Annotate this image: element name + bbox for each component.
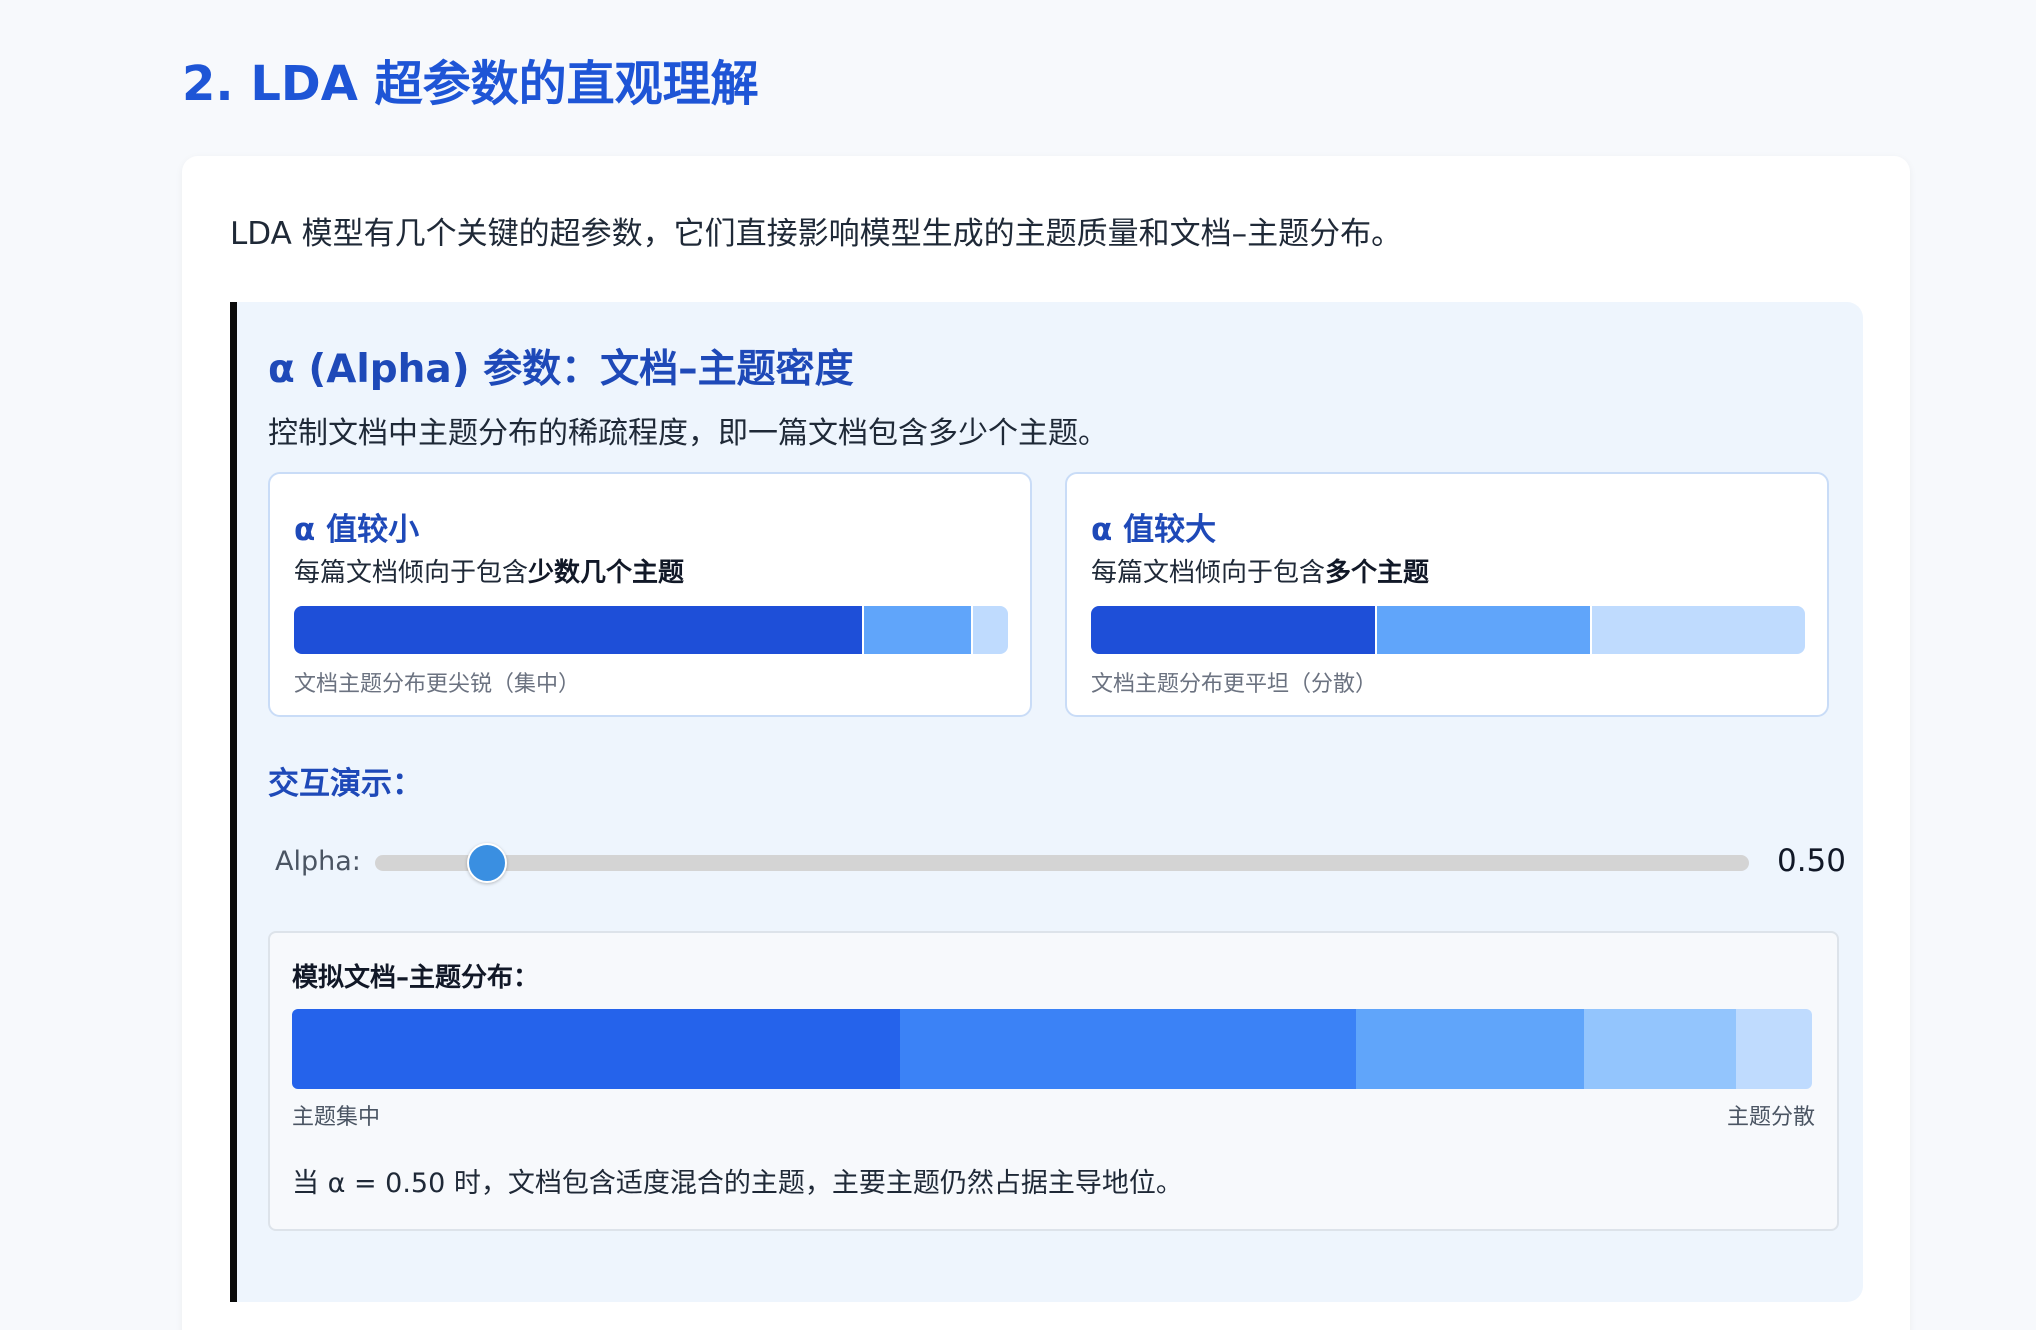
distribution-segment-1: [294, 606, 862, 654]
page: 2. LDA 超参数的直观理解 LDA 模型有几个关键的超参数，它们直接影响模型…: [0, 0, 2036, 1330]
intro-text: LDA 模型有几个关键的超参数，它们直接影响模型生成的主题质量和文档–主题分布。: [230, 216, 1403, 252]
alpha-large-title: α 值较大: [1091, 512, 1217, 548]
alpha-parameter-panel: α (Alpha) 参数：文档–主题密度 控制文档中主题分布的稀疏程度，即一篇文…: [230, 302, 1863, 1302]
alpha-slider-track[interactable]: [375, 843, 1749, 883]
alpha-large-desc-emphasis: 多个主题: [1325, 558, 1430, 588]
distribution-segment-1: [292, 1009, 900, 1089]
distribution-segment-4: [1584, 1009, 1736, 1089]
concentrated-label: 主题集中: [292, 1105, 381, 1130]
alpha-large-distribution-bar: [1091, 606, 1805, 654]
simulated-distribution-title: 模拟文档–主题分布：: [292, 963, 540, 993]
alpha-large-caption: 文档主题分布更平坦（分散）: [1091, 672, 1378, 697]
section-title: 2. LDA 超参数的直观理解: [182, 56, 759, 112]
distribution-segment-2: [900, 1009, 1356, 1089]
distribution-segment-2: [1375, 606, 1590, 654]
alpha-large-card: α 值较大 每篇文档倾向于包含多个主题 文档主题分布更平坦（分散）: [1065, 472, 1829, 717]
simulated-distribution-bar: [292, 1009, 1812, 1089]
distribution-segment-2: [862, 606, 971, 654]
simulation-note: 当 α = 0.50 时，文档包含适度混合的主题，主要主题仍然占据主导地位。: [292, 1168, 1183, 1199]
distribution-segment-5: [1736, 1009, 1812, 1089]
alpha-slider-value: 0.50: [1776, 843, 1846, 879]
alpha-small-desc-emphasis: 少数几个主题: [528, 558, 685, 588]
distribution-segment-1: [1091, 606, 1375, 654]
alpha-small-title: α 值较小: [294, 512, 420, 548]
content-card: LDA 模型有几个关键的超参数，它们直接影响模型生成的主题质量和文档–主题分布。…: [182, 156, 1910, 1330]
alpha-description: 控制文档中主题分布的稀疏程度，即一篇文档包含多少个主题。: [268, 416, 1108, 451]
alpha-small-caption: 文档主题分布更尖锐（集中）: [294, 672, 581, 697]
alpha-small-desc-text: 每篇文档倾向于包含: [294, 558, 529, 588]
simulated-distribution-panel: 模拟文档–主题分布： 主题集中 主题分散 当 α = 0.50 时，文档包含适度…: [268, 931, 1839, 1231]
interactive-demo-label: 交互演示：: [268, 766, 423, 802]
alpha-small-card: α 值较小 每篇文档倾向于包含少数几个主题 文档主题分布更尖锐（集中）: [268, 472, 1032, 717]
alpha-title: α (Alpha) 参数：文档–主题密度: [268, 347, 854, 392]
alpha-large-desc-text: 每篇文档倾向于包含: [1091, 558, 1326, 588]
alpha-small-description: 每篇文档倾向于包含少数几个主题: [294, 552, 684, 589]
alpha-large-description: 每篇文档倾向于包含多个主题: [1091, 552, 1429, 589]
distribution-segment-3: [1356, 1009, 1584, 1089]
dispersed-label: 主题分散: [1726, 1105, 1815, 1130]
distribution-segment-3: [1590, 606, 1805, 654]
alpha-slider-label: Alpha:: [275, 846, 361, 877]
distribution-segment-3: [970, 606, 1008, 654]
alpha-slider-row: Alpha: 0.50: [275, 840, 1846, 884]
alpha-slider-thumb[interactable]: [467, 843, 508, 883]
alpha-small-distribution-bar: [294, 606, 1008, 654]
